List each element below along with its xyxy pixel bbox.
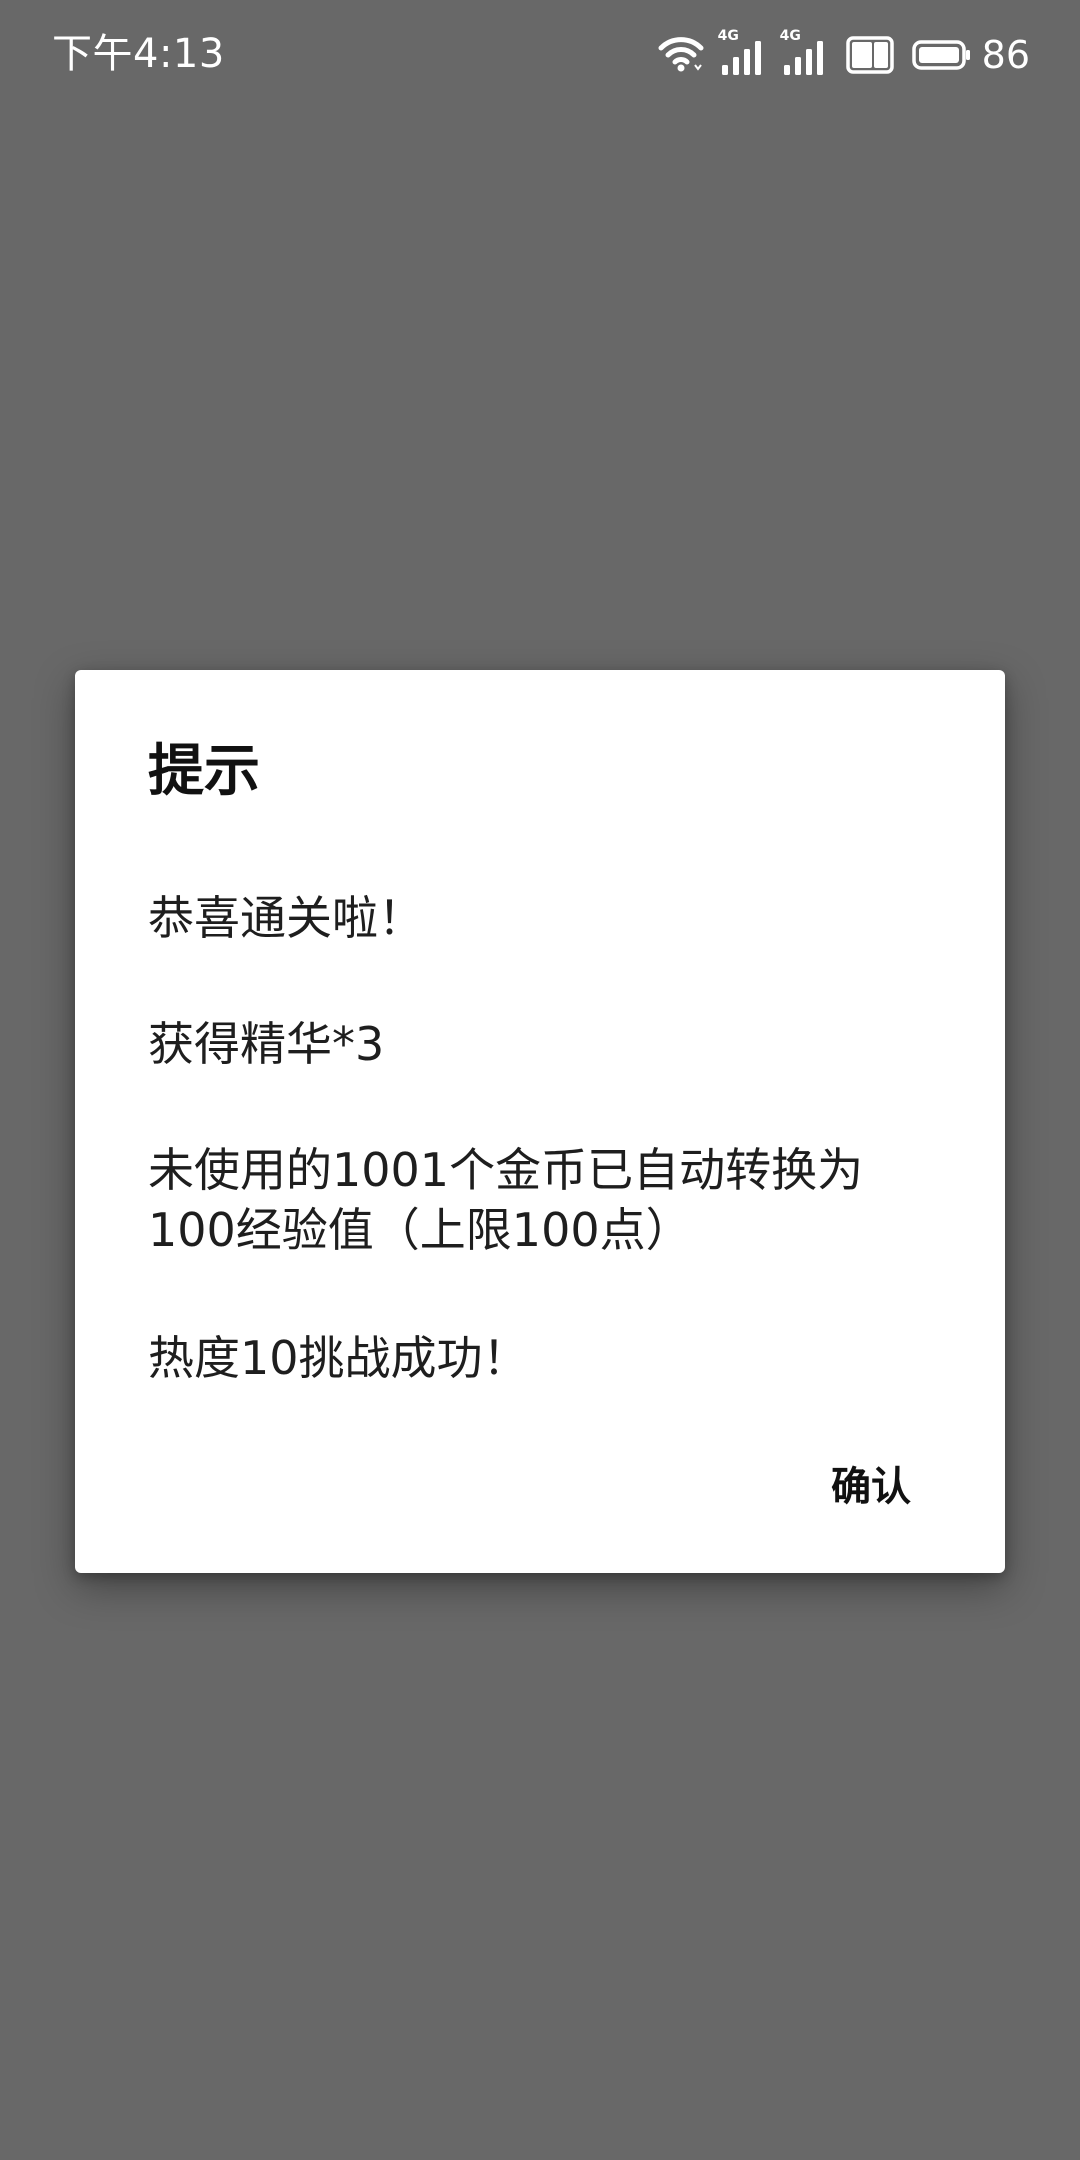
message-line: 恭喜通关啦！ — [148, 891, 424, 945]
signal-icon: 4G — [780, 29, 828, 77]
status-time: 下午4:13 — [52, 31, 225, 77]
alert-dialog: 提示 恭喜通关啦！ 获得精华*3 未使用的1001个金币已自动转换为100经验值… — [75, 670, 1005, 1573]
wifi-icon — [658, 35, 704, 75]
signal-icon: 4G — [718, 29, 766, 77]
hd-volte-icon — [845, 36, 894, 74]
status-bar: 下午4:13 4G 4G 86 — [0, 0, 1080, 110]
message-line: 获得精华*3 — [148, 1017, 385, 1071]
battery-icon — [911, 39, 972, 71]
status-icons: 4G 4G 86 — [658, 29, 1030, 80]
network-type-label: 4G — [779, 28, 801, 44]
message-line: 热度10挑战成功！ — [148, 1331, 529, 1385]
message-line: 未使用的1001个金币已自动转换为100经验值（上限100点） — [148, 1143, 864, 1257]
dialog-title: 提示 — [148, 739, 260, 804]
battery-level: 86 — [981, 33, 1030, 77]
network-type-label: 4G — [717, 28, 739, 44]
dialog-message: 恭喜通关啦！ 获得精华*3 未使用的1001个金币已自动转换为100经验值（上限… — [148, 888, 948, 1454]
confirm-button[interactable]: 确认 — [827, 1451, 915, 1523]
